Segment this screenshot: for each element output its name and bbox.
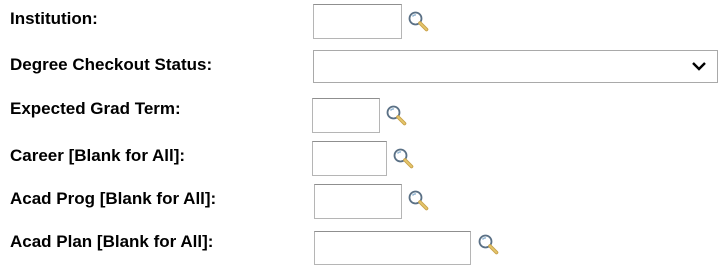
career-input[interactable]	[312, 141, 387, 176]
acad-prog-label: Acad Prog [Blank for All]:	[10, 189, 217, 208]
expected-grad-term-input[interactable]	[312, 98, 380, 133]
career-label: Career [Blank for All]:	[10, 146, 186, 165]
acad-plan-lookup-icon[interactable]	[477, 233, 499, 255]
acad-prog-lookup-icon[interactable]	[407, 189, 429, 211]
institution-lookup-icon[interactable]	[407, 10, 429, 32]
institution-label: Institution:	[10, 9, 98, 28]
acad-prog-input[interactable]	[314, 184, 402, 219]
expected-grad-term-label: Expected Grad Term:	[10, 99, 181, 118]
acad-plan-label: Acad Plan [Blank for All]:	[10, 232, 214, 251]
expected-grad-term-lookup-icon[interactable]	[385, 104, 407, 126]
chevron-down-icon	[691, 59, 707, 77]
acad-plan-input[interactable]	[314, 231, 471, 265]
degree-checkout-status-label: Degree Checkout Status:	[10, 55, 213, 74]
career-lookup-icon[interactable]	[392, 147, 414, 169]
degree-checkout-status-select[interactable]	[313, 50, 718, 83]
institution-input[interactable]	[313, 4, 402, 39]
